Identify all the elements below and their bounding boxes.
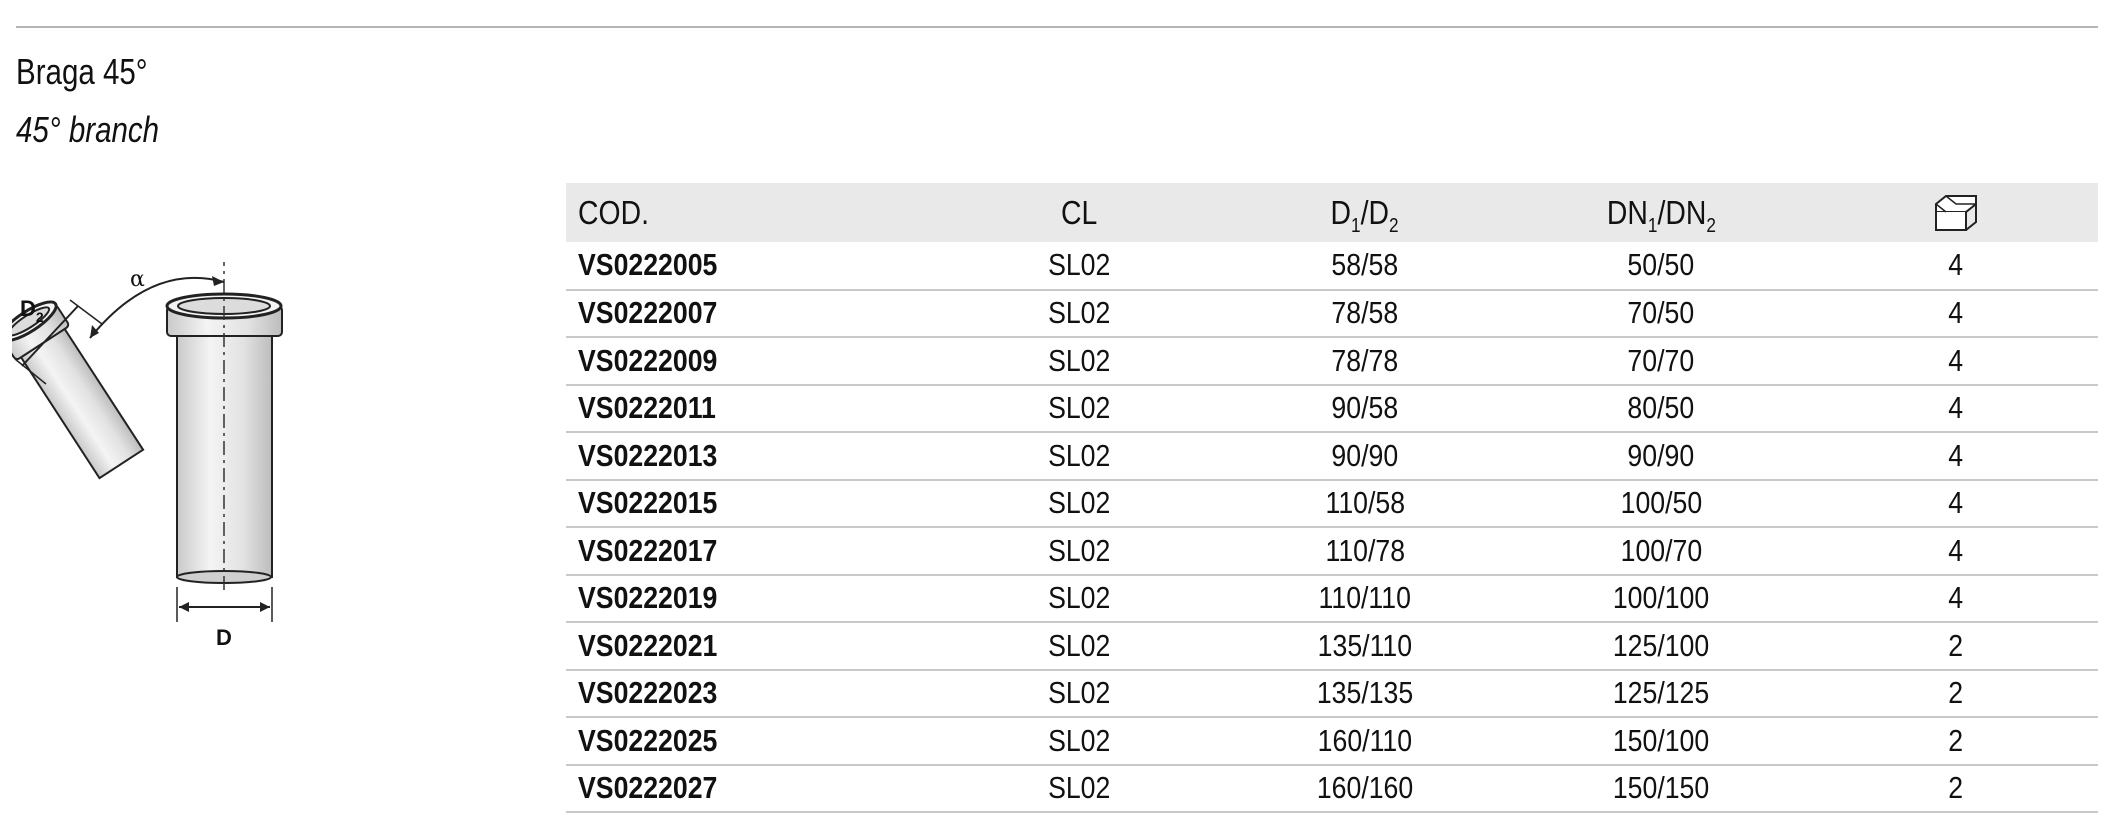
cell-nominal-diameter: 150/150: [1612, 770, 1710, 806]
cell-code: VS0222005: [578, 247, 718, 283]
table-row: VS0222005 SL02 58/58 50/50 4: [566, 242, 2098, 290]
cell-code: VS0222007: [578, 295, 718, 331]
main-pipe: [165, 262, 283, 592]
cell-class: SL02: [1047, 722, 1111, 758]
table-row: VS0222017 SL02 110/78 100/70 4: [566, 527, 2098, 575]
table-row: VS0222021 SL02 135/110 125/100 2: [566, 622, 2098, 670]
table-row: VS0222023 SL02 135/135 125/125 2: [566, 670, 2098, 717]
cell-diameter: 160/160: [1316, 770, 1414, 806]
cell-package-quantity: 4: [1948, 342, 1964, 378]
cell-class: SL02: [1047, 342, 1111, 378]
table-header-row: COD. CL D1/D2 DN1/DN2: [566, 183, 2098, 242]
cell-diameter: 110/110: [1318, 580, 1412, 616]
cell-nominal-diameter: 80/50: [1627, 390, 1695, 426]
column-header-package-quantity: [1814, 183, 2098, 242]
cell-nominal-diameter: 125/125: [1612, 675, 1710, 711]
cell-package-quantity: 4: [1948, 295, 1964, 331]
table-row: VS0222019 SL02 110/110 100/100 4: [566, 575, 2098, 622]
cell-diameter: 110/58: [1325, 485, 1405, 521]
cell-package-quantity: 2: [1948, 770, 1964, 806]
cell-class: SL02: [1047, 770, 1111, 806]
cell-class: SL02: [1047, 627, 1111, 663]
cell-package-quantity: 4: [1948, 532, 1964, 568]
cell-nominal-diameter: 50/50: [1627, 247, 1695, 283]
cell-class: SL02: [1047, 675, 1111, 711]
branch-fitting-drawing: α D2 D: [12, 262, 283, 650]
cell-code: VS0222025: [578, 722, 718, 758]
column-header-nominal-diameter: DN1/DN2: [1606, 193, 1716, 237]
table-row: VS0222011 SL02 90/58 80/50 4: [566, 385, 2098, 432]
cell-nominal-diameter: 100/50: [1620, 485, 1702, 521]
cell-package-quantity: 2: [1948, 722, 1964, 758]
cell-code: VS0222023: [578, 675, 718, 711]
column-header-code: COD.: [578, 193, 649, 231]
cell-package-quantity: 4: [1948, 247, 1964, 283]
cell-diameter: 58/58: [1331, 247, 1399, 283]
d2-label: D2: [20, 296, 44, 325]
d-label: D: [216, 625, 232, 650]
cell-nominal-diameter: 90/90: [1627, 437, 1695, 473]
alpha-label: α: [130, 267, 145, 292]
cell-class: SL02: [1047, 485, 1111, 521]
cell-nominal-diameter: 70/50: [1627, 295, 1695, 331]
column-header-class: CL: [1060, 193, 1098, 231]
cell-code: VS0222017: [578, 532, 718, 568]
cell-class: SL02: [1047, 390, 1111, 426]
cell-package-quantity: 4: [1948, 580, 1964, 616]
cell-diameter: 135/135: [1316, 675, 1414, 711]
cell-code: VS0222009: [578, 342, 718, 378]
cell-diameter: 78/58: [1331, 295, 1399, 331]
branch-pipe: [12, 300, 145, 480]
product-subtitle: 45° branch: [16, 109, 160, 150]
cell-class: SL02: [1047, 247, 1111, 283]
cell-class: SL02: [1047, 532, 1111, 568]
cell-code: VS0222015: [578, 485, 718, 521]
table-row: VS0222007 SL02 78/58 70/50 4: [566, 290, 2098, 337]
cell-code: VS0222021: [578, 627, 718, 663]
cell-diameter: 135/110: [1317, 627, 1413, 663]
top-divider: [16, 26, 2098, 28]
cell-code: VS0222013: [578, 437, 718, 473]
cell-code: VS0222011: [578, 390, 716, 426]
cell-class: SL02: [1047, 580, 1111, 616]
table-row: VS0222013 SL02 90/90 90/90 4: [566, 432, 2098, 480]
box-icon: [1935, 194, 1977, 231]
cell-package-quantity: 2: [1948, 675, 1964, 711]
cell-nominal-diameter: 100/70: [1620, 532, 1702, 568]
cell-diameter: 160/110: [1317, 722, 1413, 758]
cell-diameter: 78/78: [1331, 342, 1399, 378]
cell-nominal-diameter: 70/70: [1627, 342, 1695, 378]
cell-diameter: 90/58: [1331, 390, 1399, 426]
table-row: VS0222009 SL02 78/78 70/70 4: [566, 337, 2098, 385]
cell-package-quantity: 4: [1948, 390, 1964, 426]
cell-class: SL02: [1047, 437, 1111, 473]
table-row: VS0222027 SL02 160/160 150/150 2: [566, 765, 2098, 812]
cell-package-quantity: 4: [1948, 485, 1964, 521]
cell-nominal-diameter: 100/100: [1612, 580, 1710, 616]
product-title: Braga 45°: [16, 51, 148, 92]
cell-nominal-diameter: 125/100: [1612, 627, 1710, 663]
cell-package-quantity: 4: [1948, 437, 1964, 473]
table-row: VS0222025 SL02 160/110 150/100 2: [566, 717, 2098, 765]
cell-diameter: 90/90: [1331, 437, 1399, 473]
cell-nominal-diameter: 150/100: [1612, 722, 1710, 758]
cell-code: VS0222019: [578, 580, 718, 616]
cell-class: SL02: [1047, 295, 1111, 331]
column-header-diameter: D1/D2: [1330, 193, 1400, 237]
cell-diameter: 110/78: [1325, 532, 1405, 568]
table-row: VS0222015 SL02 110/58 100/50 4: [566, 480, 2098, 527]
product-spec-table: COD. CL D1/D2 DN1/DN2 VS0222005 SL02 58/58…: [566, 183, 2098, 813]
cell-package-quantity: 2: [1948, 627, 1964, 663]
cell-code: VS0222027: [578, 770, 718, 806]
